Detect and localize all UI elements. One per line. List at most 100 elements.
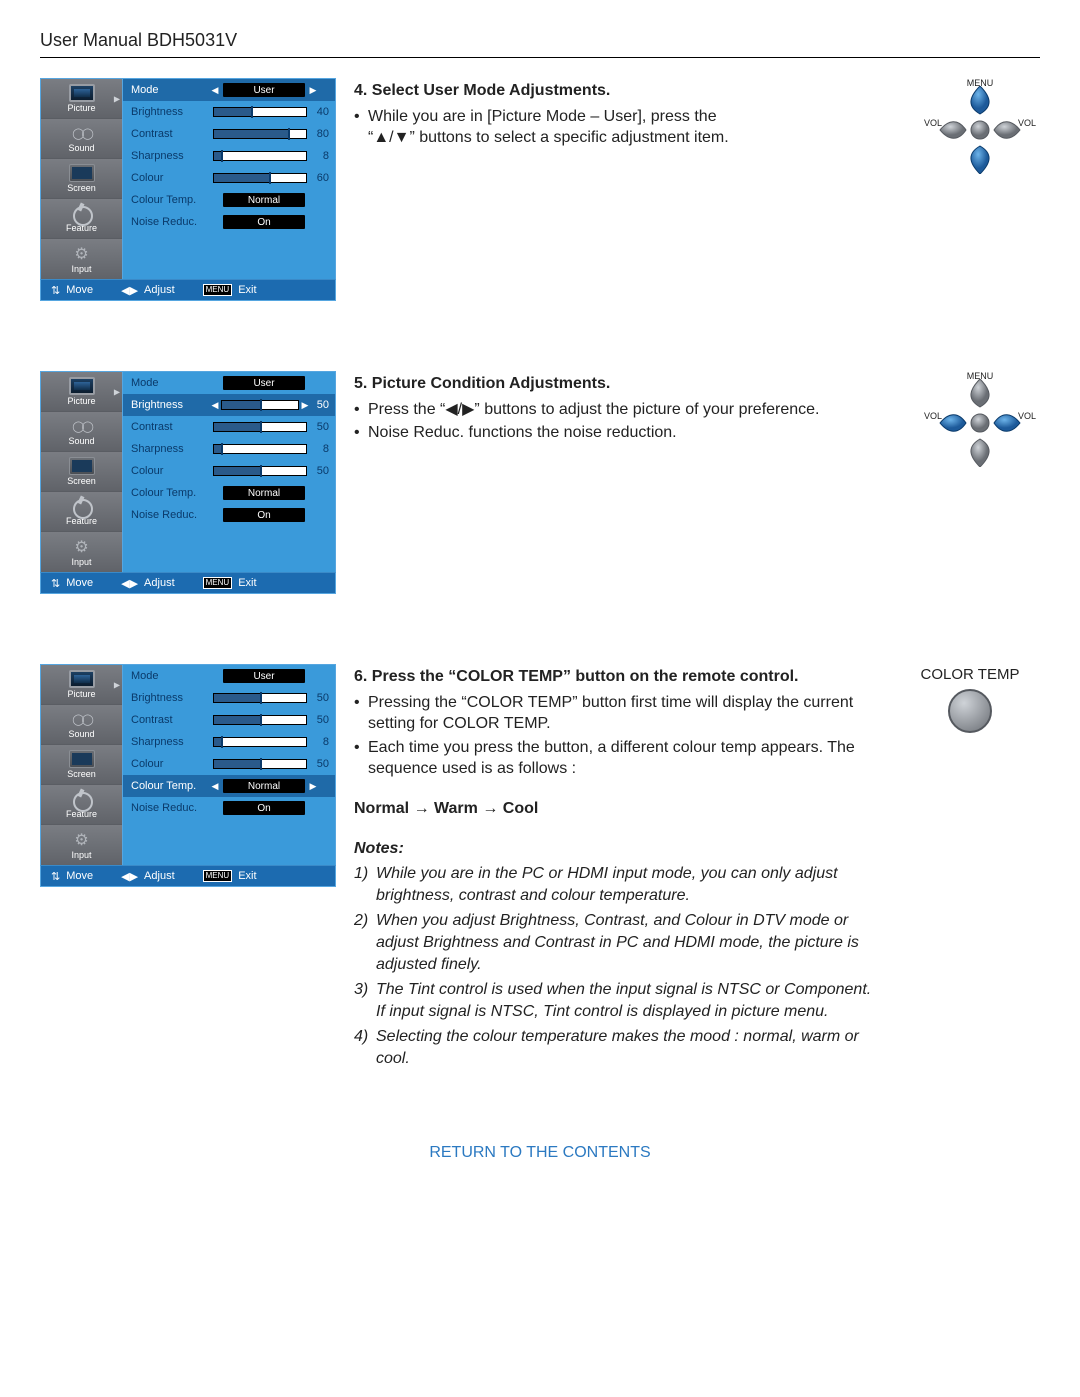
sharpness-slider xyxy=(213,737,307,747)
screen-icon xyxy=(69,457,95,475)
section-4: Picture▶ Sound Screen Feature Input Mode… xyxy=(40,78,1040,301)
tab-screen[interactable]: Screen xyxy=(41,452,122,492)
osd-menu-2: Picture▶ Sound Screen Feature Input Mode… xyxy=(40,371,336,594)
row-mode[interactable]: ModeUser xyxy=(123,665,335,687)
tab-screen[interactable]: Screen xyxy=(41,159,122,199)
brightness-slider xyxy=(221,400,299,410)
row-brightness[interactable]: Brightness◀▶50 xyxy=(123,394,335,416)
adjust-icon: ◀▶ xyxy=(121,870,138,883)
tab-picture[interactable]: Picture▶ xyxy=(41,372,122,412)
adjust-icon: ◀▶ xyxy=(121,284,138,297)
contrast-slider xyxy=(213,129,307,139)
contrast-slider xyxy=(213,422,307,432)
colortemp-label: COLOR TEMP xyxy=(900,666,1040,683)
step5-text: 5. Picture Condition Adjustments. Press … xyxy=(354,371,902,446)
tab-picture[interactable]: Picture▶ xyxy=(41,79,122,119)
tab-input[interactable]: Input xyxy=(41,239,122,279)
arrow-right-icon: ▶ xyxy=(309,85,317,96)
row-colour[interactable]: Colour60 xyxy=(123,167,335,189)
mode-value: User xyxy=(223,83,305,97)
row-contrast[interactable]: Contrast50 xyxy=(123,709,335,731)
sharpness-slider xyxy=(213,444,307,454)
step4-title: 4. Select User Mode Adjustments. xyxy=(354,80,902,102)
row-mode[interactable]: ModeUser xyxy=(123,372,335,394)
tab-feature[interactable]: Feature xyxy=(41,199,122,239)
step6-title: 6. Press the “COLOR TEMP” button on the … xyxy=(354,666,882,688)
input-icon xyxy=(69,245,95,263)
menu-key-icon: MENU xyxy=(203,577,233,589)
feature-icon xyxy=(69,204,95,222)
osd-tabs: Picture▶ Sound Screen Feature Input xyxy=(41,372,123,572)
row-noise-reduc[interactable]: Noise Reduc.On xyxy=(123,211,335,233)
osd-tabs: Picture▶ Sound Screen Feature Input xyxy=(41,665,123,865)
dpad-icon xyxy=(926,86,1034,174)
sound-icon xyxy=(69,417,95,435)
osd-tabs: Picture▶ Sound Screen Feature Input xyxy=(41,79,123,279)
tab-sound[interactable]: Sound xyxy=(41,412,122,452)
section-6: Picture▶ Sound Screen Feature Input Mode… xyxy=(40,664,1040,1074)
colour-slider xyxy=(213,759,307,769)
row-sharpness[interactable]: Sharpness8 xyxy=(123,438,335,460)
row-contrast[interactable]: Contrast50 xyxy=(123,416,335,438)
notes-heading: Notes: xyxy=(354,838,882,860)
row-colour[interactable]: Colour50 xyxy=(123,460,335,482)
arrow-left-icon: ◀ xyxy=(211,85,219,96)
row-contrast[interactable]: Contrast80 xyxy=(123,123,335,145)
feature-icon xyxy=(69,790,95,808)
row-colour[interactable]: Colour50 xyxy=(123,753,335,775)
chevron-right-icon: ▶ xyxy=(114,680,120,689)
osd-footer: ⇅Move ◀▶Adjust MENUExit xyxy=(40,279,336,301)
dpad-leftright: MENU VOL VOL xyxy=(920,371,1040,467)
arrow-left-icon: ◀ xyxy=(211,781,219,792)
brightness-slider xyxy=(213,693,307,703)
tab-picture[interactable]: Picture▶ xyxy=(41,665,122,705)
row-noise-reduc[interactable]: Noise Reduc.On xyxy=(123,797,335,819)
step6-text: 6. Press the “COLOR TEMP” button on the … xyxy=(354,664,882,1074)
return-to-contents-link[interactable]: RETURN TO THE CONTENTS xyxy=(40,1144,1040,1162)
brightness-slider xyxy=(213,107,307,117)
arrow-left-icon: ◀ xyxy=(211,400,219,411)
row-colour-temp[interactable]: Colour Temp.Normal xyxy=(123,189,335,211)
sharpness-slider xyxy=(213,151,307,161)
colour-slider xyxy=(213,466,307,476)
chevron-right-icon: ▶ xyxy=(114,94,120,103)
row-sharpness[interactable]: Sharpness8 xyxy=(123,731,335,753)
dpad-updown: MENU VOL VOL xyxy=(920,78,1040,174)
tab-sound[interactable]: Sound xyxy=(41,119,122,159)
row-brightness[interactable]: Brightness50 xyxy=(123,687,335,709)
step4-text: 4. Select User Mode Adjustments. While y… xyxy=(354,78,902,151)
dpad-icon xyxy=(926,379,1034,467)
sound-icon xyxy=(69,710,95,728)
tab-input[interactable]: Input xyxy=(41,532,122,572)
input-icon xyxy=(69,831,95,849)
move-icon: ⇅ xyxy=(51,577,60,590)
arrow-right-icon: ▶ xyxy=(301,400,309,411)
feature-icon xyxy=(69,497,95,515)
adjust-icon: ◀▶ xyxy=(121,577,138,590)
tab-screen[interactable]: Screen xyxy=(41,745,122,785)
screen-icon xyxy=(69,750,95,768)
tab-feature[interactable]: Feature xyxy=(41,785,122,825)
move-icon: ⇅ xyxy=(51,284,60,297)
section-5: Picture▶ Sound Screen Feature Input Mode… xyxy=(40,371,1040,594)
row-colour-temp[interactable]: Colour Temp.◀Normal▶ xyxy=(123,775,335,797)
osd-menu-1: Picture▶ Sound Screen Feature Input Mode… xyxy=(40,78,336,301)
osd-body: ModeUser Brightness50 Contrast50 Sharpne… xyxy=(123,665,335,865)
row-sharpness[interactable]: Sharpness8 xyxy=(123,145,335,167)
row-brightness[interactable]: Brightness40 xyxy=(123,101,335,123)
arrow-right-icon: ▶ xyxy=(309,781,317,792)
osd-body: Mode◀User▶ Brightness40 Contrast80 Sharp… xyxy=(123,79,335,279)
sound-icon xyxy=(69,124,95,142)
tab-input[interactable]: Input xyxy=(41,825,122,865)
row-noise-reduc[interactable]: Noise Reduc.On xyxy=(123,504,335,526)
picture-icon xyxy=(69,377,95,395)
osd-menu-3: Picture▶ Sound Screen Feature Input Mode… xyxy=(40,664,336,887)
colour-slider xyxy=(213,173,307,183)
page-header: User Manual BDH5031V xyxy=(40,30,1040,58)
tab-sound[interactable]: Sound xyxy=(41,705,122,745)
tab-feature[interactable]: Feature xyxy=(41,492,122,532)
row-mode[interactable]: Mode◀User▶ xyxy=(123,79,335,101)
row-colour-temp[interactable]: Colour Temp.Normal xyxy=(123,482,335,504)
screen-icon xyxy=(69,164,95,182)
osd-footer: ⇅Move ◀▶Adjust MENUExit xyxy=(40,572,336,594)
